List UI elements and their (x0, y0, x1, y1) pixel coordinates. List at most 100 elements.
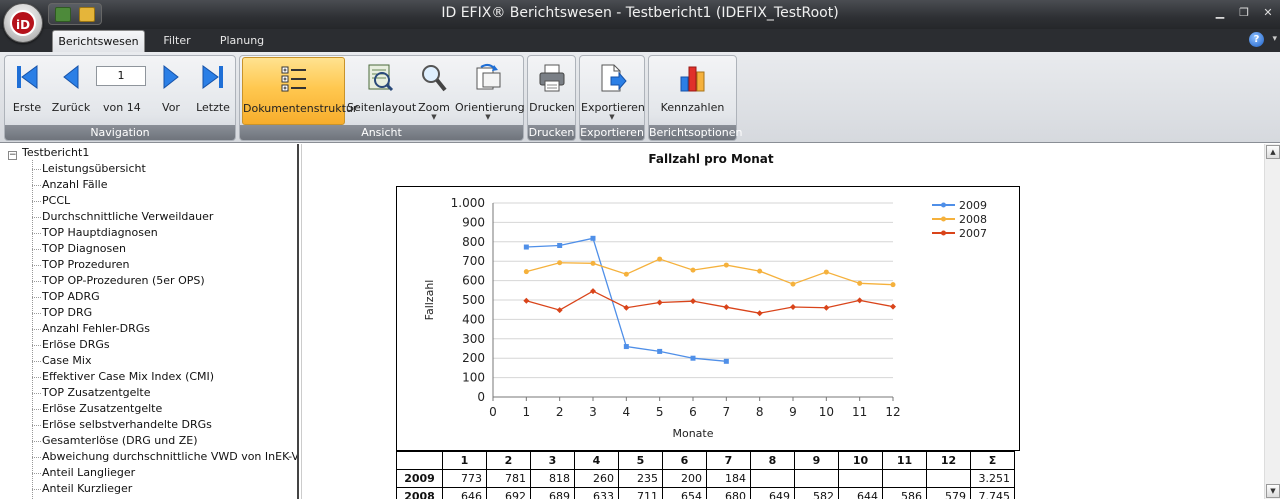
tree-item[interactable]: PCCL (32, 193, 70, 209)
tree-item-label: TOP Prozeduren (42, 258, 130, 271)
document-structure-button[interactable]: Dokumentenstruktur (242, 57, 357, 125)
tree-item[interactable]: Durchschnittliche Verweildauer (32, 209, 213, 225)
y-tick-label: 0 (477, 390, 485, 404)
panel-splitter[interactable] (297, 144, 302, 499)
tree-item[interactable]: Anteil Kurzlieger (32, 481, 132, 497)
tree-item[interactable]: Erlöse DRGs (32, 337, 110, 353)
vertical-scrollbar[interactable]: ▲ ▼ (1264, 144, 1280, 499)
tree-item[interactable]: TOP Diagnosen (32, 241, 126, 257)
tree-item[interactable]: Leistungsübersicht (32, 161, 146, 177)
x-tick-label: 9 (789, 405, 797, 419)
tree-item[interactable]: Gesamterlöse (DRG und ZE) (32, 433, 198, 449)
first-page-button[interactable]: Erste (7, 57, 47, 125)
close-icon[interactable]: ✕ (1262, 7, 1274, 19)
view-group: Dokumentenstruktur Seitenlayout Zoom ▼ O… (239, 55, 525, 141)
restore-icon[interactable]: ❐ (1238, 7, 1250, 19)
orientation-button[interactable]: Orientierung ▼ (455, 57, 525, 125)
table-year-cell: 2009 (396, 469, 443, 488)
chevron-down-icon[interactable]: ▾ (1272, 34, 1277, 44)
table-row: 2009 773 781 818 260 235 200 184 3.251 (396, 469, 1015, 488)
tab-berichtswesen[interactable]: Berichtswesen (52, 30, 145, 52)
y-tick-label: 500 (462, 293, 485, 307)
data-point (623, 271, 629, 277)
ribbon: Erste Zurück 1 von 14 Vor Letzte Navigat… (0, 52, 1280, 143)
view-group-label: Ansicht (240, 125, 523, 140)
data-point (523, 244, 529, 250)
table-cell: 3.251 (970, 469, 1015, 488)
ribbon-tab-strip: Berichtswesen Filter Planung ? ▾ (0, 29, 1280, 52)
legend-marker (941, 230, 946, 236)
title-bar: ID EFIX® Berichtswesen - Testbericht1 (I… (0, 0, 1280, 29)
tab-filter[interactable]: Filter (152, 30, 202, 52)
zoom-button[interactable]: Zoom ▼ (415, 57, 453, 125)
data-point (790, 281, 796, 287)
tree-connector (32, 296, 41, 298)
table-cell: 773 (442, 469, 487, 488)
tree-item[interactable]: TOP Hauptdiagnosen (32, 225, 158, 241)
tree-item[interactable]: TOP DRG (32, 305, 92, 321)
tree-item[interactable]: Anzahl Fehler-DRGs (32, 321, 150, 337)
line-chart: 01002003004005006007008009001.0000 1 2 3 4 5 6… (423, 196, 987, 440)
x-tick-label: 2 (556, 405, 564, 419)
x-tick-label: 1 (523, 405, 531, 419)
collapse-icon[interactable]: − (8, 151, 17, 160)
export-button[interactable]: Exportieren ▼ (581, 57, 645, 125)
tree-item[interactable]: TOP ADRG (32, 289, 100, 305)
data-point (557, 260, 563, 266)
y-tick-label: 400 (462, 312, 485, 326)
y-tick-label: 1.000 (451, 196, 485, 210)
tree-item-label: Anteil Kurzlieger (42, 482, 133, 495)
scroll-down-icon[interactable]: ▼ (1266, 484, 1280, 498)
tree-item[interactable]: Erlöse selbstverhandelte DRGs (32, 417, 212, 433)
tree-root[interactable]: − Testbericht1 (8, 146, 89, 160)
table-cell: 235 (618, 469, 663, 488)
tree-item[interactable]: Anzahl Fälle (32, 177, 107, 193)
app-logo: iD (10, 10, 36, 36)
bar-chart-icon (680, 66, 704, 92)
table-cell: 711 (618, 487, 663, 499)
tree-item[interactable]: TOP Prozeduren (32, 257, 129, 273)
forward-button[interactable]: Vor (151, 57, 191, 125)
x-tick-label: 6 (689, 405, 697, 419)
tree-item[interactable]: Anteil Langlieger (32, 465, 135, 481)
application-menu-button[interactable]: iD (3, 3, 43, 43)
window-title: ID EFIX® Berichtswesen - Testbericht1 (I… (441, 5, 839, 21)
minimize-icon[interactable]: ▁ (1214, 7, 1226, 19)
scroll-up-icon[interactable]: ▲ (1266, 145, 1280, 159)
table-cell: 633 (574, 487, 619, 499)
data-table: 1 2 3 4 5 6 7 8 9 10 11 12 Σ 2009 773 781 818 260 235 200 18… (396, 451, 1015, 499)
kennzahlen-button[interactable]: Kennzahlen (650, 57, 735, 125)
table-cell (750, 469, 795, 488)
tree-item[interactable]: Erlöse Zusatzentgelte (32, 401, 162, 417)
report-options-group-label: Berichtsoptionen (649, 125, 743, 140)
legend-label: 2007 (959, 227, 987, 240)
tree-item[interactable]: Effektiver Case Mix Index (CMI) (32, 369, 214, 385)
help-icon[interactable]: ? (1249, 32, 1264, 47)
data-point (723, 262, 729, 268)
table-header-cell: 2 (486, 451, 531, 470)
data-point (757, 268, 763, 274)
tree-item[interactable]: TOP Zusatzentgelte (32, 385, 151, 401)
tab-planung[interactable]: Planung (212, 30, 272, 52)
tree-item-label: TOP Hauptdiagnosen (42, 226, 158, 239)
tree-connector (32, 328, 41, 330)
data-point (857, 280, 863, 286)
tree-connector (32, 376, 41, 378)
page-layout-button[interactable]: Seitenlayout (347, 57, 416, 125)
navigation-group: Erste Zurück 1 von 14 Vor Letzte Navigat… (4, 55, 236, 141)
data-point (590, 235, 596, 241)
tree-item[interactable]: Case Mix (32, 353, 91, 369)
tree-item-label: TOP ADRG (42, 290, 100, 303)
table-cell: 7.745 (970, 487, 1015, 499)
tree-connector (32, 440, 41, 442)
page-number-input[interactable]: 1 (96, 66, 146, 86)
tree-connector (32, 248, 41, 250)
tree-item[interactable]: TOP OP-Prozeduren (5er OPS) (32, 273, 205, 289)
chart-frame: 0 100 200 300 400 500 600 700 800 900 1.000 0 1 2 3 4 5 6… (396, 186, 1020, 451)
last-page-button[interactable]: Letzte (193, 57, 233, 125)
table-cell: 654 (662, 487, 707, 499)
back-button[interactable]: Zurück (51, 57, 91, 125)
table-header-cell: 1 (442, 451, 487, 470)
tree-item[interactable]: Abweichung durchschnittliche VWD von InE… (32, 449, 297, 465)
print-button[interactable]: Drucken (529, 57, 575, 125)
